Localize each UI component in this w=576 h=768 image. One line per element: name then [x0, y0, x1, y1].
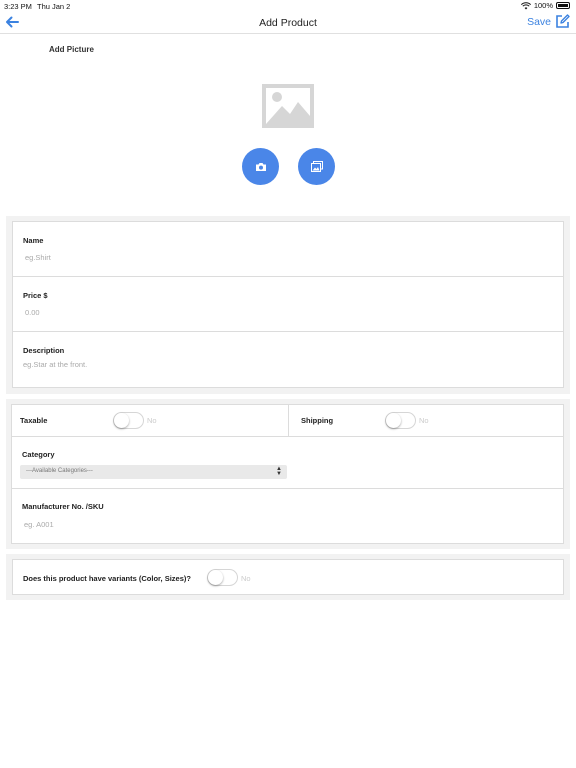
toggle-knob: [114, 413, 129, 428]
variants-state: No: [241, 574, 251, 583]
variants-toggle[interactable]: [207, 569, 238, 586]
toggle-knob: [208, 570, 223, 585]
toggle-knob: [386, 413, 401, 428]
category-select[interactable]: ---Available Categories--- ▲ ▼: [20, 465, 287, 479]
edit-icon: [556, 14, 570, 28]
status-date: Thu Jan 2: [37, 2, 71, 11]
save-button[interactable]: Save: [527, 14, 570, 29]
description-label: Description: [23, 346, 65, 355]
description-input[interactable]: [23, 360, 323, 369]
shipping-label: Shipping: [301, 416, 334, 425]
status-time: 3:23 PM: [4, 2, 32, 11]
name-row: Name: [13, 222, 563, 277]
select-arrows-icon: ▲ ▼: [276, 466, 282, 477]
sku-label: Manufacturer No. /SKU: [22, 502, 104, 511]
nav-bar: Add Product Save: [0, 12, 576, 34]
price-input[interactable]: [25, 308, 325, 317]
sku-row: Manufacturer No. /SKU: [12, 489, 563, 544]
gallery-icon: [310, 161, 323, 172]
variants-label: Does this product have variants (Color, …: [23, 574, 191, 583]
taxable-shipping-row: Taxable No Shipping No: [12, 405, 563, 437]
camera-icon: [255, 162, 266, 171]
name-label: Name: [23, 236, 44, 245]
wifi-icon: [520, 1, 531, 9]
add-picture-label: Add Picture: [49, 45, 94, 54]
battery-icon: [556, 2, 570, 9]
description-row: Description: [13, 332, 563, 388]
price-label: Price $: [23, 291, 48, 300]
take-photo-button[interactable]: [242, 148, 279, 185]
choose-photo-button[interactable]: [298, 148, 335, 185]
name-input[interactable]: [25, 253, 325, 262]
taxable-state: No: [147, 416, 157, 425]
column-divider: [288, 405, 289, 436]
price-row: Price $: [13, 277, 563, 332]
shipping-toggle[interactable]: [385, 412, 416, 429]
shipping-state: No: [419, 416, 429, 425]
taxable-toggle[interactable]: [113, 412, 144, 429]
category-label: Category: [22, 450, 55, 459]
page-title: Add Product: [259, 17, 317, 29]
variants-card: Does this product have variants (Color, …: [12, 559, 564, 595]
options-card: Taxable No Shipping No Category ---Avail…: [11, 404, 564, 544]
image-placeholder-icon: [262, 84, 314, 128]
category-row: Category ---Available Categories--- ▲ ▼: [12, 437, 563, 489]
save-label: Save: [527, 15, 551, 28]
status-bar: 3:23 PM Thu Jan 2 100%: [0, 0, 576, 12]
sku-input[interactable]: [24, 520, 324, 529]
taxable-label: Taxable: [20, 416, 48, 425]
status-right: 100%: [520, 1, 570, 10]
category-selected: ---Available Categories---: [26, 468, 93, 474]
battery-percent: 100%: [533, 1, 553, 10]
details-card: Name Price $ Description: [12, 221, 564, 388]
